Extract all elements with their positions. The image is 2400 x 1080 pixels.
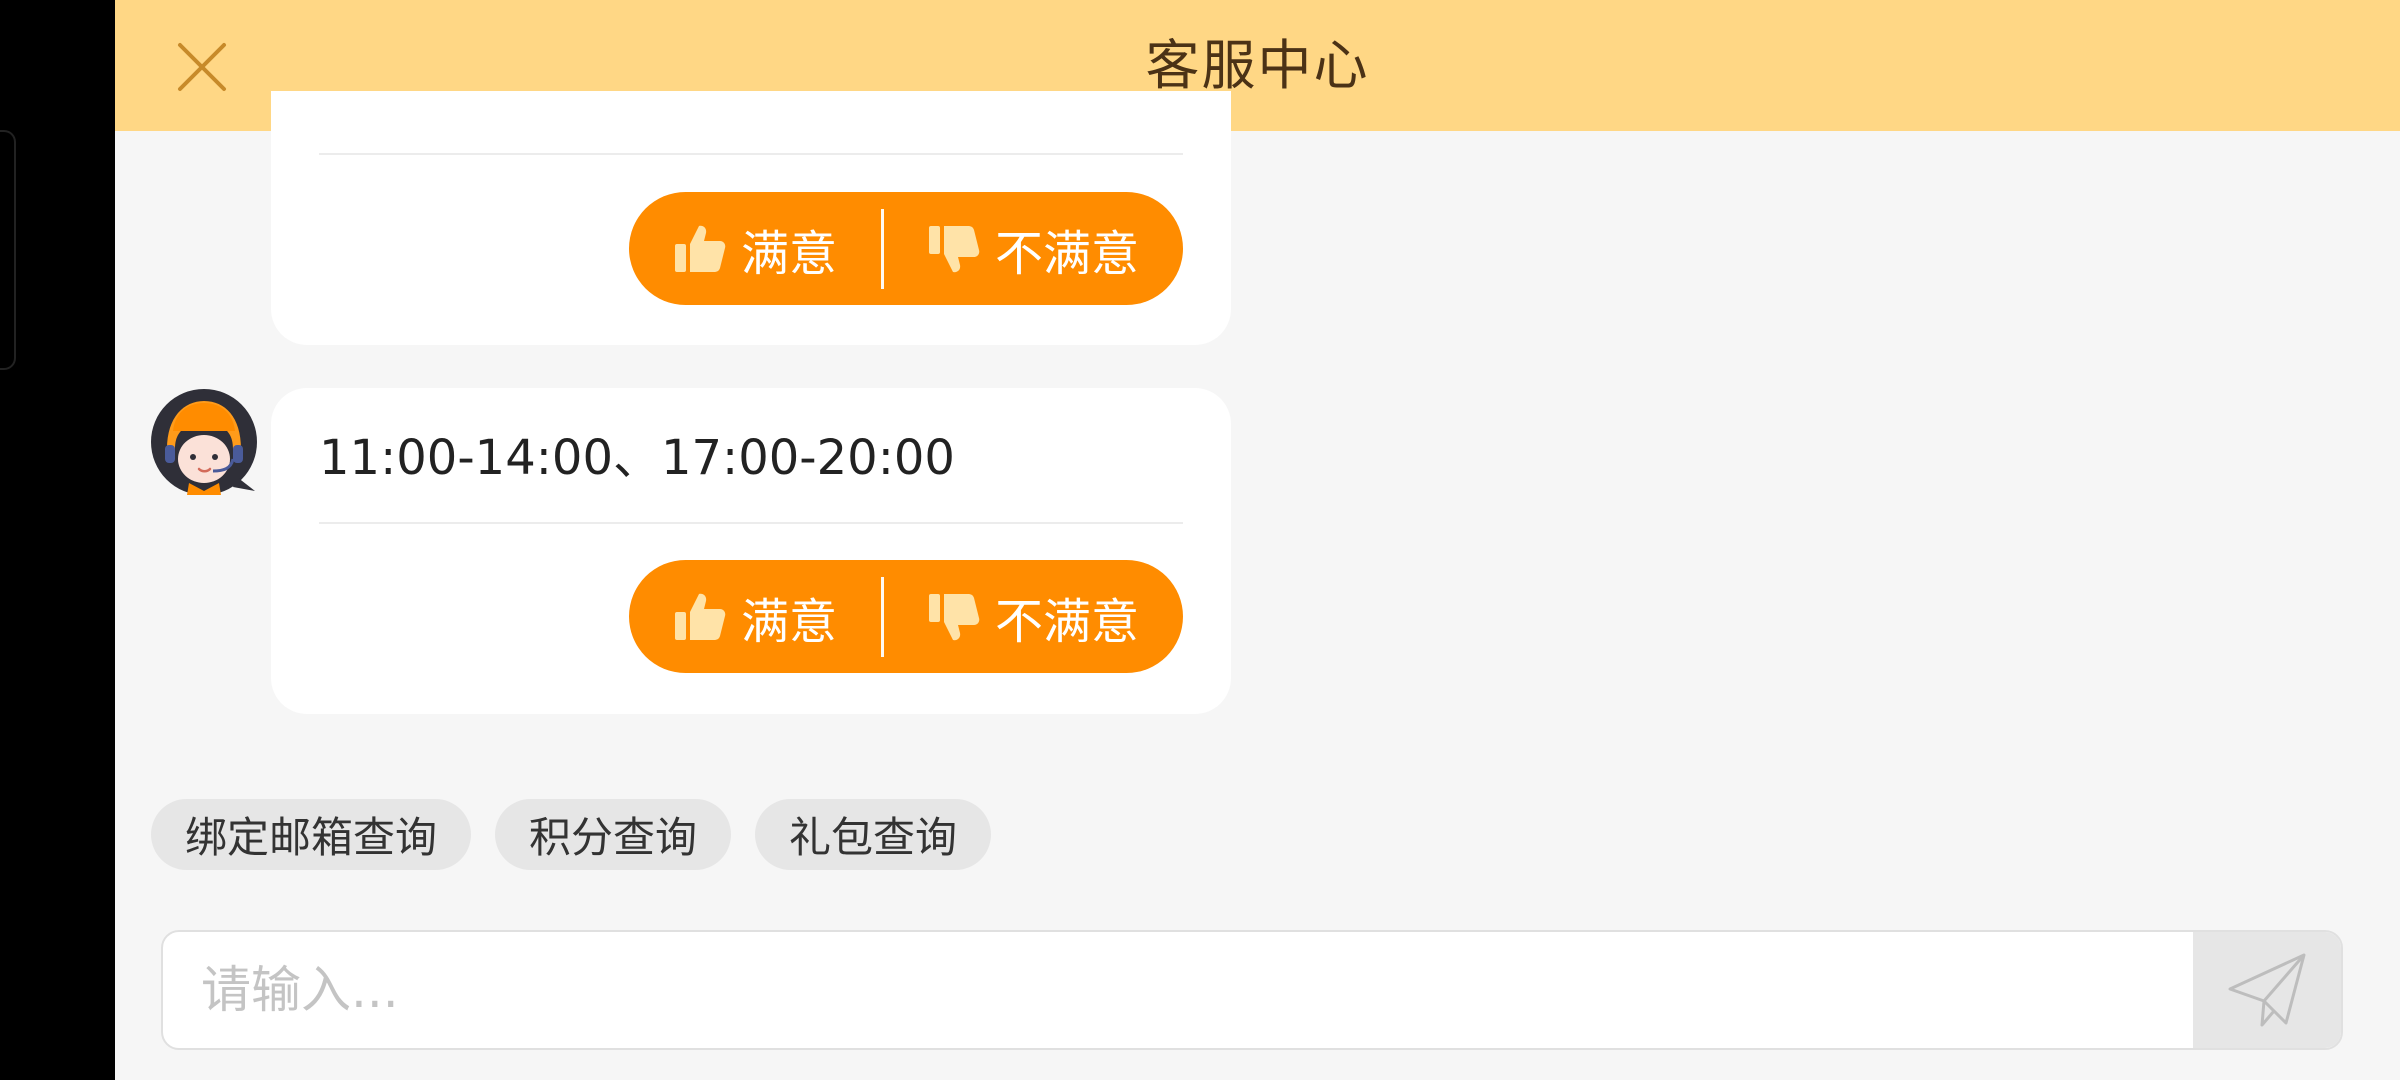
unsatisfied-button[interactable]: 不满意: [884, 192, 1182, 305]
satisfied-button[interactable]: 满意: [629, 192, 881, 305]
device-edge: [0, 130, 16, 370]
satisfied-label: 满意: [740, 593, 837, 650]
quick-reply-row: 绑定邮箱查询 积分查询 礼包查询: [151, 799, 992, 870]
bubble-divider: [319, 522, 1183, 524]
unsatisfied-label: 不满意: [994, 225, 1139, 282]
send-button[interactable]: [2193, 932, 2341, 1048]
quick-reply-points[interactable]: 积分查询: [495, 799, 732, 870]
unsatisfied-button[interactable]: 不满意: [884, 560, 1182, 673]
rating-group: 满意 不满意: [629, 560, 1183, 673]
thumbs-up-icon: [674, 593, 726, 640]
customer-service-app: 客服中心 满意 不满意 11:00-14:00、17:00-20:00 满意 不…: [115, 0, 2400, 1080]
satisfied-label: 满意: [740, 225, 837, 282]
composer-bar: [161, 930, 2343, 1050]
rating-group: 满意 不满意: [629, 192, 1183, 305]
chat-bubble: 满意 不满意: [271, 91, 1231, 345]
quick-reply-bind-email[interactable]: 绑定邮箱查询: [151, 799, 472, 870]
chat-bubble: 11:00-14:00、17:00-20:00 满意 不满意: [271, 388, 1231, 714]
thumbs-down-icon: [928, 225, 980, 272]
thumbs-up-icon: [674, 225, 726, 272]
send-icon: [2228, 953, 2306, 1027]
quick-reply-gift[interactable]: 礼包查询: [755, 799, 992, 870]
message-input[interactable]: [163, 932, 2189, 1048]
rating-separator: [881, 208, 884, 289]
unsatisfied-label: 不满意: [994, 593, 1139, 650]
bubble-divider: [319, 153, 1183, 155]
message-text: 11:00-14:00、17:00-20:00: [319, 430, 955, 486]
satisfied-button[interactable]: 满意: [629, 560, 881, 673]
agent-avatar: [149, 387, 259, 497]
rating-separator: [881, 576, 884, 657]
thumbs-down-icon: [928, 593, 980, 640]
device-screen: 客服中心 满意 不满意 11:00-14:00、17:00-20:00 满意 不…: [0, 0, 2400, 1080]
